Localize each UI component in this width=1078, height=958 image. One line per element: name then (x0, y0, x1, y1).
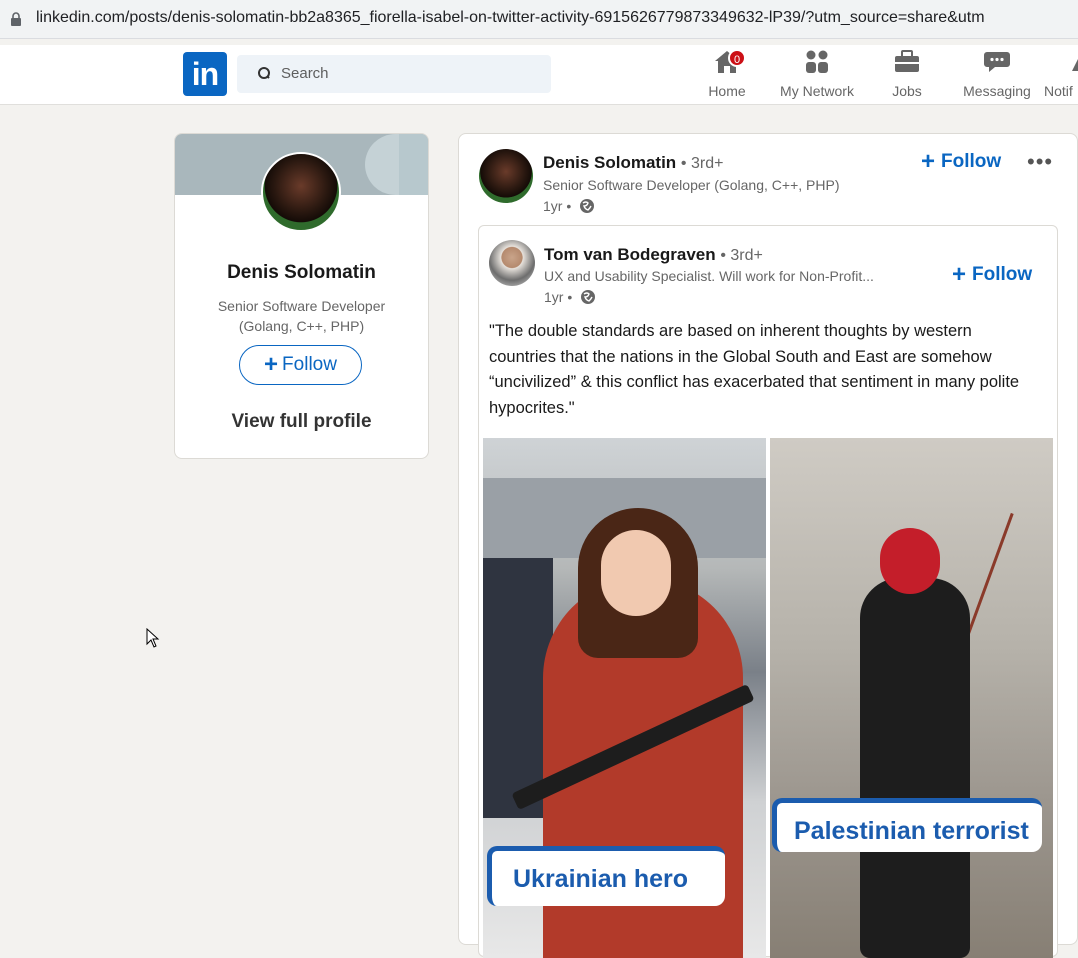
nav-label-jobs: Jobs (892, 83, 922, 99)
messaging-icon (984, 52, 1010, 72)
shared-author-degree: • 3rd+ (720, 247, 763, 264)
photo-figure-face (601, 530, 671, 616)
more-options-icon[interactable]: ••• (1027, 149, 1053, 175)
shared-author-avatar[interactable] (489, 240, 535, 286)
shared-post: Tom van Bodegraven • 3rd+ UX and Usabili… (478, 225, 1058, 958)
post-time-text: 1yr • (543, 198, 572, 214)
search-input[interactable]: Search (237, 55, 551, 93)
profile-follow-button[interactable]: + Follow (239, 345, 362, 385)
post-author-avatar[interactable] (479, 149, 533, 203)
post-timestamp: 1yr • (543, 198, 595, 214)
shared-follow-button[interactable]: + Follow (952, 261, 1032, 289)
nav-item-messaging[interactable]: Messaging (956, 49, 1038, 101)
profile-title: Senior Software Developer (Golang, C++, … (217, 298, 386, 334)
nav-label-messaging: Messaging (963, 83, 1031, 99)
nav-item-notifications[interactable]: Notif (1044, 49, 1078, 101)
post-author-degree: • 3rd+ (680, 155, 724, 172)
shared-time-text: 1yr • (544, 289, 573, 305)
image-caption-right: Palestinian terrorist (772, 798, 1042, 852)
plus-icon: + (921, 148, 936, 175)
post-author-headline: Senior Software Developer (Golang, C++, … (543, 177, 840, 193)
profile-avatar[interactable] (261, 152, 341, 232)
post-author-name-text: Denis Solomatin (543, 153, 677, 172)
shared-post-text: "The double standards are based on inher… (489, 322, 1020, 417)
nav-item-my-network[interactable]: My Network (772, 49, 862, 101)
nav-label-my-network: My Network (780, 83, 854, 99)
linkedin-logo[interactable]: in (183, 52, 227, 96)
nav-label-home: Home (708, 83, 746, 99)
plus-icon: + (264, 351, 279, 378)
notification-badge: 0 (728, 49, 746, 67)
post-follow-button[interactable]: + Follow (921, 148, 1001, 176)
nav-item-home[interactable]: 0 Home (700, 49, 754, 101)
post-image-left[interactable]: Ukrainian hero (483, 438, 766, 958)
image-caption-left: Ukrainian hero (487, 846, 725, 906)
browser-address-bar[interactable]: linkedin.com/posts/denis-solomatin-bb2a8… (0, 0, 1078, 39)
post-author-name[interactable]: Denis Solomatin • 3rd+ (543, 153, 723, 173)
top-nav-bar: in Search 0 Home My Network Jobs Messagi… (0, 45, 1078, 105)
profile-follow-label: Follow (282, 354, 337, 375)
photo-figure-head (880, 528, 940, 594)
plus-icon: + (952, 261, 967, 288)
shared-timestamp: 1yr • (544, 289, 596, 305)
shared-author-headline: UX and Usability Specialist. Will work f… (544, 268, 874, 284)
briefcase-icon (895, 50, 919, 72)
shared-author-name[interactable]: Tom van Bodegraven • 3rd+ (544, 245, 763, 265)
post-image-right[interactable]: Palestinian terrorist (770, 438, 1053, 958)
nav-item-jobs[interactable]: Jobs (880, 49, 934, 101)
globe-icon (581, 290, 596, 304)
globe-icon (580, 199, 595, 213)
profile-card: Denis Solomatin Senior Software Develope… (174, 133, 429, 459)
network-icon (806, 50, 828, 73)
post-follow-label: Follow (941, 151, 1002, 172)
shared-author-name-text: Tom van Bodegraven (544, 245, 716, 264)
view-full-profile-link[interactable]: View full profile (175, 411, 428, 433)
search-placeholder: Search (281, 65, 329, 82)
url-text[interactable]: linkedin.com/posts/denis-solomatin-bb2a8… (36, 9, 985, 27)
shared-follow-label: Follow (972, 264, 1033, 285)
profile-name[interactable]: Denis Solomatin (175, 262, 428, 284)
nav-label-notifications: Notif (1044, 83, 1073, 99)
lock-icon (11, 12, 21, 26)
feed-post: Denis Solomatin • 3rd+ Senior Software D… (458, 133, 1078, 958)
mouse-cursor-icon (146, 628, 160, 648)
photo-figure (860, 578, 970, 958)
bell-icon (1072, 59, 1078, 71)
search-icon (258, 67, 270, 79)
